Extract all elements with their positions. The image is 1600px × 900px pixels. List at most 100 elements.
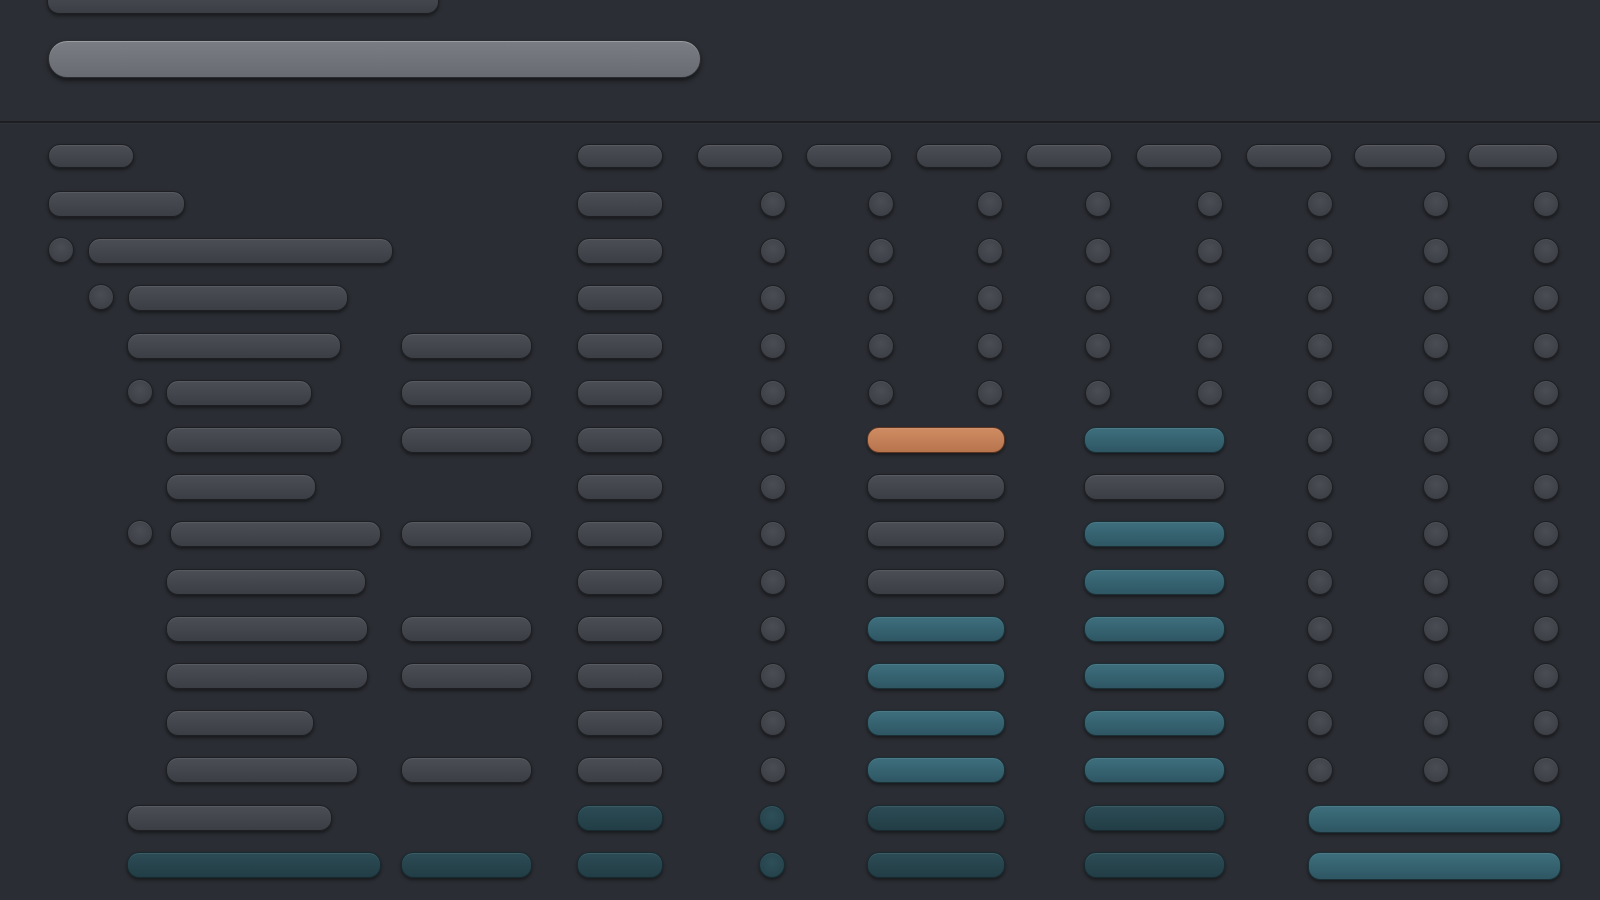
row-check-dot[interactable] <box>1533 663 1559 689</box>
search-input[interactable] <box>48 40 701 78</box>
row-check-dot[interactable] <box>868 191 894 217</box>
tree-row-label[interactable] <box>88 238 393 265</box>
row-check-dot[interactable] <box>1423 568 1449 595</box>
row-check-dot[interactable] <box>1307 332 1333 359</box>
row-check-dot[interactable] <box>760 521 786 548</box>
tree-row-label[interactable] <box>127 332 341 359</box>
expand-toggle[interactable] <box>88 284 114 311</box>
row-check-dot[interactable] <box>1307 710 1333 737</box>
row-check-dot[interactable] <box>977 379 1003 406</box>
row-check-dot[interactable] <box>1423 191 1449 217</box>
column-header-8[interactable] <box>1246 144 1332 168</box>
row-check-dot[interactable] <box>759 804 785 831</box>
row-check-dot[interactable] <box>1423 710 1449 737</box>
tree-row-label[interactable] <box>48 191 185 217</box>
row-check-dot[interactable] <box>760 710 786 737</box>
row-check-dot[interactable] <box>1307 191 1333 217</box>
row-check-dot[interactable] <box>1423 474 1449 501</box>
row-check-dot[interactable] <box>1197 332 1223 359</box>
row-check-dot[interactable] <box>1085 285 1111 312</box>
row-check-dot[interactable] <box>977 238 1003 265</box>
tree-row-label[interactable] <box>166 615 368 642</box>
column-header-1[interactable] <box>48 144 134 168</box>
tree-row-label[interactable] <box>166 427 342 453</box>
row-check-dot[interactable] <box>868 238 894 265</box>
column-header-9[interactable] <box>1354 144 1446 168</box>
tree-row-label[interactable] <box>166 379 312 406</box>
row-check-dot[interactable] <box>1533 710 1559 737</box>
expand-toggle[interactable] <box>48 237 74 264</box>
column-header-3[interactable] <box>697 144 783 168</box>
row-check-dot[interactable] <box>1533 757 1559 784</box>
row-check-dot[interactable] <box>1533 427 1559 453</box>
row-check-dot[interactable] <box>977 191 1003 217</box>
row-check-dot[interactable] <box>1085 332 1111 359</box>
tree-row-label[interactable] <box>166 568 366 595</box>
row-check-dot[interactable] <box>760 427 786 453</box>
row-check-dot[interactable] <box>1307 757 1333 784</box>
tree-row-label[interactable] <box>166 757 358 784</box>
row-check-dot[interactable] <box>760 191 786 217</box>
row-check-dot[interactable] <box>1307 427 1333 453</box>
row-check-dot[interactable] <box>760 238 786 265</box>
row-check-dot[interactable] <box>1197 379 1223 406</box>
row-check-dot[interactable] <box>1423 615 1449 642</box>
row-check-dot[interactable] <box>977 285 1003 312</box>
row-check-dot[interactable] <box>1423 332 1449 359</box>
row-check-dot[interactable] <box>1533 474 1559 501</box>
row-check-dot[interactable] <box>1423 663 1449 689</box>
row-check-dot[interactable] <box>1307 285 1333 312</box>
row-check-dot[interactable] <box>1533 285 1559 312</box>
row-check-dot[interactable] <box>1423 379 1449 406</box>
row-check-dot[interactable] <box>1307 568 1333 595</box>
column-header-7[interactable] <box>1136 144 1222 168</box>
row-check-dot[interactable] <box>1307 474 1333 501</box>
row-check-dot[interactable] <box>760 379 786 406</box>
tree-row-label[interactable] <box>127 851 381 878</box>
row-check-dot[interactable] <box>760 757 786 784</box>
row-check-dot[interactable] <box>760 615 786 642</box>
row-check-dot[interactable] <box>1423 238 1449 265</box>
tree-row-label[interactable] <box>127 804 332 831</box>
row-check-dot[interactable] <box>1307 521 1333 548</box>
column-header-6[interactable] <box>1026 144 1112 168</box>
column-header-4[interactable] <box>806 144 892 168</box>
row-check-dot[interactable] <box>760 663 786 689</box>
row-check-dot[interactable] <box>977 332 1003 359</box>
expand-toggle[interactable] <box>127 520 153 547</box>
row-check-dot[interactable] <box>1085 191 1111 217</box>
expand-toggle[interactable] <box>127 378 153 405</box>
row-check-dot[interactable] <box>1085 379 1111 406</box>
row-check-dot[interactable] <box>868 332 894 359</box>
row-check-dot[interactable] <box>1533 379 1559 406</box>
row-check-dot[interactable] <box>1197 238 1223 265</box>
row-check-dot[interactable] <box>1307 238 1333 265</box>
row-check-dot[interactable] <box>1307 379 1333 406</box>
row-check-dot[interactable] <box>759 851 785 878</box>
row-check-dot[interactable] <box>1085 238 1111 265</box>
row-check-dot[interactable] <box>1423 427 1449 453</box>
tree-row-label[interactable] <box>166 710 314 737</box>
tree-row-label[interactable] <box>170 521 381 548</box>
row-check-dot[interactable] <box>868 379 894 406</box>
tree-row-label[interactable] <box>166 663 368 689</box>
row-check-dot[interactable] <box>760 568 786 595</box>
row-check-dot[interactable] <box>1533 191 1559 217</box>
row-check-dot[interactable] <box>1533 332 1559 359</box>
row-check-dot[interactable] <box>1533 568 1559 595</box>
row-check-dot[interactable] <box>760 474 786 501</box>
row-check-dot[interactable] <box>1307 663 1333 689</box>
column-header-2[interactable] <box>577 144 663 168</box>
row-check-dot[interactable] <box>1423 521 1449 548</box>
row-check-dot[interactable] <box>760 332 786 359</box>
row-check-dot[interactable] <box>1533 238 1559 265</box>
tree-row-label[interactable] <box>128 285 348 312</box>
row-check-dot[interactable] <box>1533 521 1559 548</box>
row-check-dot[interactable] <box>1197 191 1223 217</box>
row-check-dot[interactable] <box>1423 757 1449 784</box>
column-header-5[interactable] <box>916 144 1002 168</box>
row-check-dot[interactable] <box>1197 285 1223 312</box>
column-header-10[interactable] <box>1468 144 1558 168</box>
row-check-dot[interactable] <box>760 285 786 312</box>
row-check-dot[interactable] <box>1533 615 1559 642</box>
